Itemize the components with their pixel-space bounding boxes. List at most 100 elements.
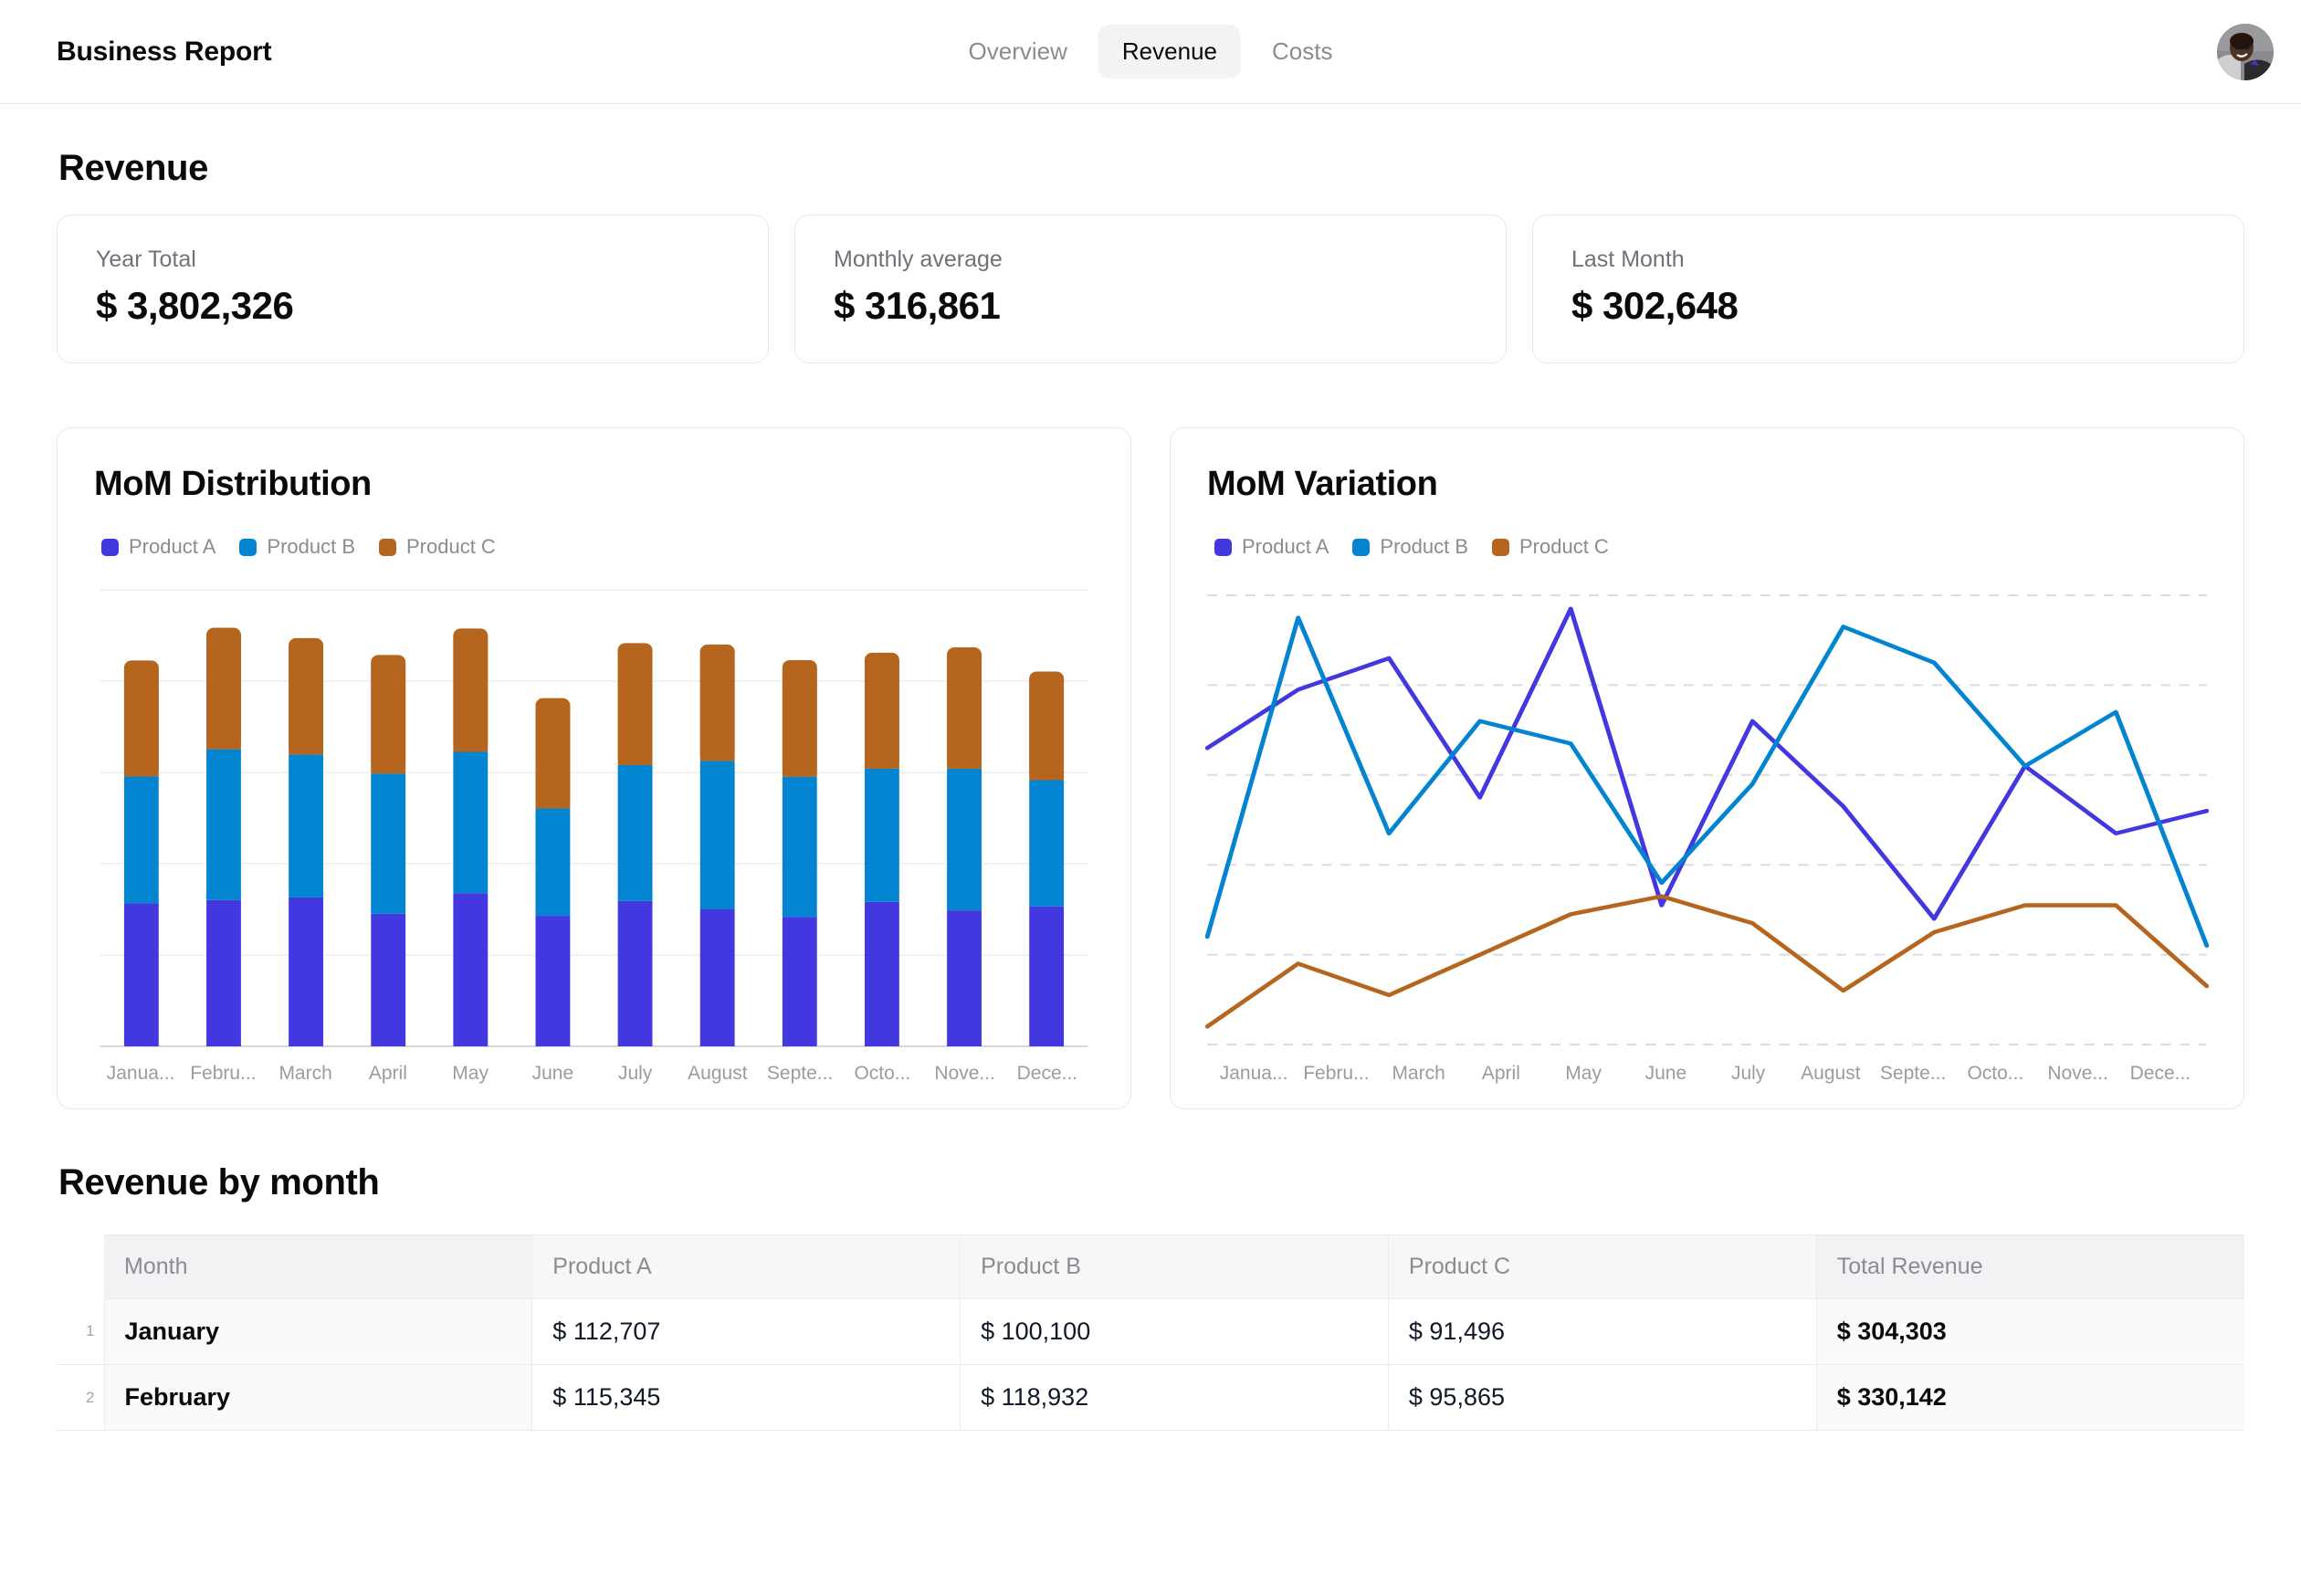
bar-group[interactable] bbox=[699, 644, 735, 1046]
bar-group[interactable] bbox=[371, 655, 406, 1046]
kpi-card-monthly-average: Monthly average $ 316,861 bbox=[794, 215, 1507, 363]
legend-label: Product B bbox=[1380, 535, 1468, 558]
avatar[interactable] bbox=[2217, 23, 2274, 80]
x-tick-label: Septe... bbox=[1879, 1063, 1947, 1084]
legend-swatch-icon bbox=[1214, 538, 1232, 556]
table-row[interactable]: 2 February $ 115,345 $ 118,932 $ 95,865 … bbox=[57, 1364, 2244, 1431]
bar-segment-fill bbox=[864, 659, 899, 769]
bar-group[interactable] bbox=[123, 660, 159, 1046]
bar-segment bbox=[864, 768, 899, 902]
legend-label: Product B bbox=[267, 535, 355, 558]
column-header-total-revenue[interactable]: Total Revenue bbox=[1816, 1234, 2244, 1299]
bar-segment bbox=[123, 776, 159, 904]
bar-group[interactable] bbox=[864, 652, 899, 1046]
x-tick-label: August bbox=[1801, 1063, 1861, 1084]
bar-segment bbox=[947, 910, 982, 1046]
kpi-label: Year Total bbox=[96, 247, 196, 272]
line-series bbox=[1205, 606, 2209, 921]
legend-item-product-c[interactable]: Product C bbox=[1492, 535, 1609, 559]
bar-group[interactable] bbox=[947, 647, 982, 1046]
legend-label: Product A bbox=[129, 535, 216, 558]
chart-legend: Product A Product B Product C bbox=[101, 535, 1096, 559]
line-chart-x-axis: Janua... Febru... March April May June July Aug… bbox=[1205, 1063, 2209, 1085]
legend-item-product-b[interactable]: Product B bbox=[1352, 535, 1468, 559]
cell-product-a: $ 112,707 bbox=[531, 1298, 961, 1365]
bar-group[interactable] bbox=[535, 698, 571, 1046]
bar-segment bbox=[123, 903, 159, 1046]
bar-segment bbox=[289, 754, 324, 898]
bar-group[interactable] bbox=[1029, 671, 1065, 1046]
x-tick-label: June bbox=[1644, 1063, 1687, 1084]
cell-total-revenue: $ 304,303 bbox=[1816, 1298, 2244, 1365]
kpi-value: $ 316,861 bbox=[834, 284, 1001, 327]
column-header-month[interactable]: Month bbox=[104, 1234, 533, 1299]
tab-overview[interactable]: Overview bbox=[945, 25, 1091, 79]
x-tick-label: Dece... bbox=[1016, 1063, 1078, 1084]
x-tick-label: July bbox=[1730, 1063, 1766, 1084]
stacked-bar-chart[interactable] bbox=[92, 583, 1096, 1057]
x-tick-label: Dece... bbox=[2129, 1063, 2191, 1084]
nav-tabs: Overview Revenue Costs bbox=[945, 25, 1357, 79]
tab-costs[interactable]: Costs bbox=[1248, 25, 1356, 79]
legend-item-product-c[interactable]: Product C bbox=[379, 535, 496, 559]
bar-segment-fill bbox=[289, 645, 324, 755]
chart-title: MoM Distribution bbox=[94, 465, 372, 503]
bar-group[interactable] bbox=[289, 637, 324, 1046]
bar-segment bbox=[782, 917, 817, 1046]
kpi-card-last-month: Last Month $ 302,648 bbox=[1532, 215, 2244, 363]
column-header-product-a[interactable]: Product A bbox=[531, 1234, 961, 1299]
column-header-product-c[interactable]: Product C bbox=[1388, 1234, 1817, 1299]
page-title: Revenue bbox=[58, 148, 208, 188]
column-header-product-b[interactable]: Product B bbox=[960, 1234, 1389, 1299]
row-number: 1 bbox=[57, 1298, 105, 1365]
table-body: 1 January $ 112,707 $ 100,100 $ 91,496 $… bbox=[57, 1298, 2244, 1431]
line-series bbox=[1205, 894, 2209, 1029]
bar-segment bbox=[1029, 780, 1065, 907]
bar-segment bbox=[782, 776, 817, 918]
chart-card-mom-variation: MoM Variation Product A Product B Produc… bbox=[1170, 427, 2244, 1109]
page-content: Revenue Year Total $ 3,802,326 Monthly a… bbox=[0, 148, 2301, 1431]
x-tick-label: May bbox=[452, 1063, 489, 1084]
bar-segment-fill bbox=[617, 649, 653, 765]
kpi-cards-row: Year Total $ 3,802,326 Monthly average $… bbox=[57, 215, 2244, 363]
x-tick-label: Janua... bbox=[1219, 1063, 1288, 1084]
bar-segment bbox=[206, 749, 241, 900]
bar-group[interactable] bbox=[453, 628, 489, 1046]
table-header-row: Month Product A Product B Product C Tota… bbox=[57, 1234, 2244, 1299]
x-tick-label: March bbox=[278, 1063, 332, 1084]
x-tick-label: May bbox=[1565, 1063, 1602, 1084]
bar-segment bbox=[1029, 906, 1065, 1046]
tab-revenue[interactable]: Revenue bbox=[1098, 25, 1241, 79]
legend-item-product-a[interactable]: Product A bbox=[1214, 535, 1329, 559]
row-number: 2 bbox=[57, 1364, 105, 1431]
legend-item-product-a[interactable]: Product A bbox=[101, 535, 215, 559]
table-row[interactable]: 1 January $ 112,707 $ 100,100 $ 91,496 $… bbox=[57, 1298, 2244, 1365]
cell-month: February bbox=[104, 1364, 533, 1431]
kpi-value: $ 3,802,326 bbox=[96, 284, 294, 327]
bar-group[interactable] bbox=[206, 627, 241, 1046]
x-tick-label: Nove... bbox=[2047, 1063, 2108, 1084]
x-tick-label: March bbox=[1392, 1063, 1445, 1084]
cell-month: January bbox=[104, 1298, 533, 1365]
bar-segment bbox=[371, 913, 406, 1046]
cell-product-c: $ 95,865 bbox=[1388, 1364, 1817, 1431]
bar-group[interactable] bbox=[617, 643, 653, 1046]
x-tick-label: Octo... bbox=[1967, 1063, 2024, 1084]
bar-segment-fill bbox=[699, 651, 735, 761]
legend-label: Product C bbox=[1519, 535, 1609, 558]
cell-product-c: $ 91,496 bbox=[1388, 1298, 1817, 1365]
legend-swatch-icon bbox=[1492, 538, 1509, 556]
kpi-label: Monthly average bbox=[834, 247, 1003, 272]
x-tick-label: June bbox=[531, 1063, 574, 1084]
bar-segment bbox=[453, 893, 489, 1046]
x-tick-label: Octo... bbox=[854, 1063, 911, 1084]
x-tick-label: Nove... bbox=[934, 1063, 995, 1084]
bar-segment-fill bbox=[453, 635, 489, 752]
bar-segment-fill bbox=[1029, 678, 1065, 781]
kpi-label: Last Month bbox=[1571, 247, 1685, 272]
legend-item-product-b[interactable]: Product B bbox=[239, 535, 355, 559]
chart-title: MoM Variation bbox=[1207, 465, 1438, 503]
x-tick-label: April bbox=[368, 1063, 407, 1084]
bar-group[interactable] bbox=[782, 659, 817, 1046]
line-chart[interactable] bbox=[1205, 583, 2209, 1057]
